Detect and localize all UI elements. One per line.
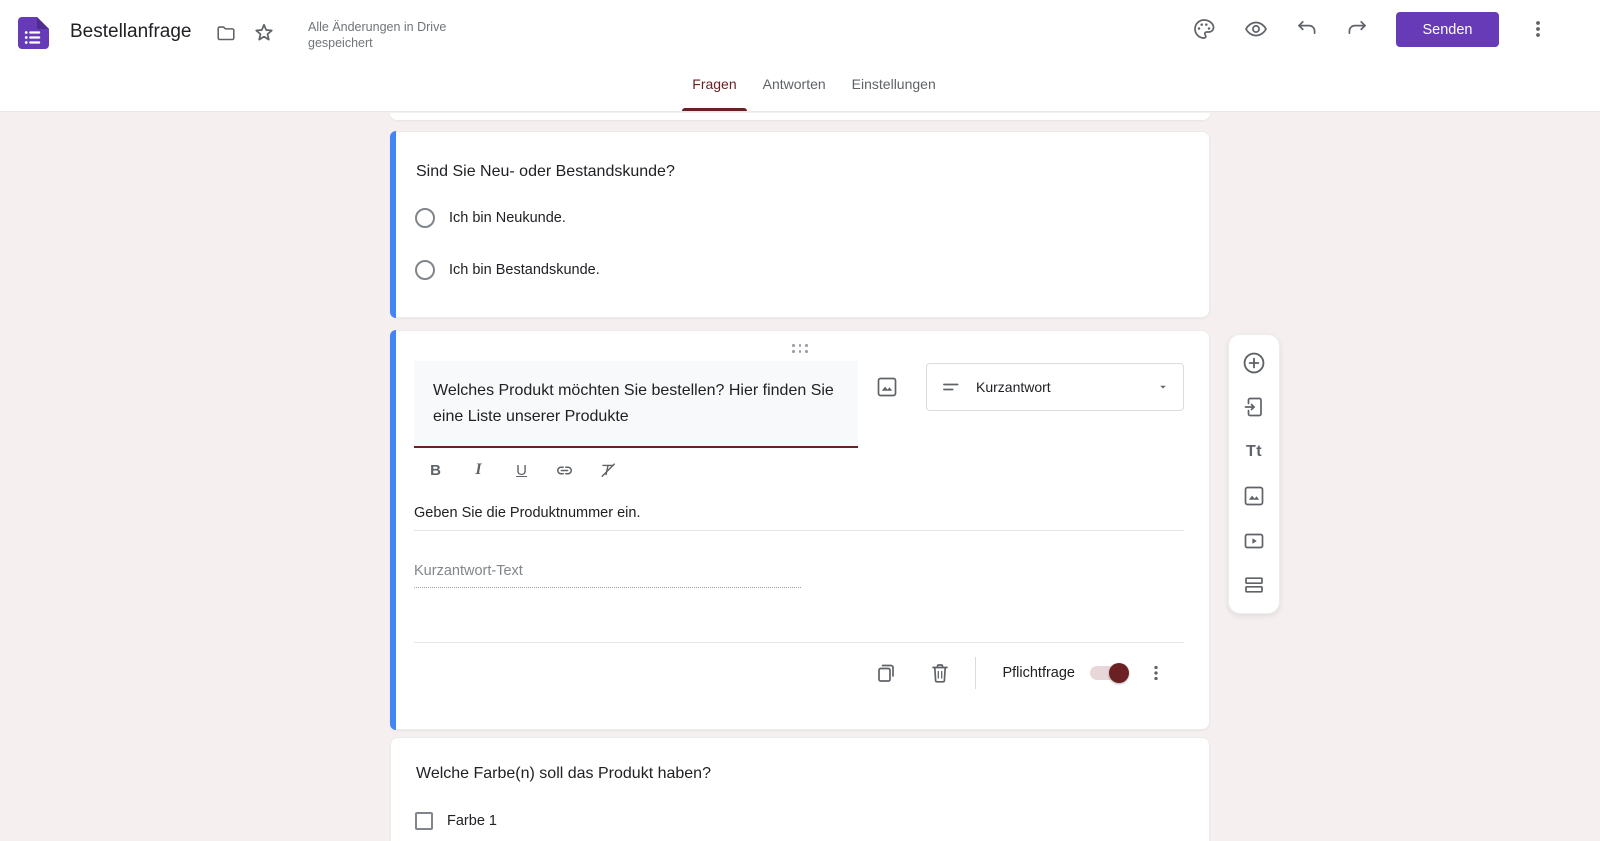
- tab-einstellungen[interactable]: Einstellungen: [840, 70, 948, 111]
- question-description[interactable]: Geben Sie die Produktnummer ein.: [414, 505, 1184, 531]
- folder-icon: [217, 26, 235, 41]
- duplicate-question-button[interactable]: [873, 660, 899, 686]
- link-icon: [557, 466, 572, 474]
- clear-format-icon: [600, 463, 615, 477]
- radio-option-row[interactable]: Ich bin Neukunde.: [415, 208, 566, 228]
- insert-link-button[interactable]: [551, 457, 578, 484]
- card-divider: [414, 642, 1184, 643]
- radio-icon: [415, 260, 435, 280]
- bold-button[interactable]: B: [422, 457, 449, 484]
- question-card-1[interactable]: Sind Sie Neu- oder Bestandskunde? Ich bi…: [390, 131, 1210, 318]
- question-card-2-active[interactable]: Welches Produkt möchten Sie bestellen? H…: [390, 330, 1210, 730]
- eye-icon: [1245, 21, 1267, 37]
- kebab-icon: [1536, 21, 1540, 37]
- tab-fragen[interactable]: Fragen: [680, 70, 748, 111]
- short-answer-icon: [943, 383, 959, 391]
- required-label: Pflichtfrage: [1002, 665, 1075, 681]
- app-header: Bestellanfrage Alle Änderungen in Drive …: [0, 0, 1600, 112]
- option-label: Ich bin Bestandskunde.: [449, 262, 600, 278]
- drag-handle-icon[interactable]: [792, 344, 808, 353]
- add-title-description-button[interactable]: Tt: [1241, 439, 1267, 465]
- question-type-label: Kurzantwort: [976, 379, 1051, 395]
- add-image-button[interactable]: [1241, 483, 1267, 509]
- question-card-3[interactable]: Welche Farbe(n) soll das Produkt haben? …: [390, 737, 1210, 841]
- add-image-to-question-button[interactable]: [873, 373, 901, 401]
- question-title[interactable]: Welche Farbe(n) soll das Produkt haben?: [416, 765, 711, 783]
- option-label: Ich bin Neukunde.: [449, 210, 566, 226]
- question-type-dropdown[interactable]: Kurzantwort: [926, 363, 1184, 411]
- document-title[interactable]: Bestellanfrage: [70, 21, 191, 43]
- import-icon: [1244, 398, 1262, 417]
- tab-bar: Fragen Antworten Einstellungen: [0, 70, 1600, 111]
- underline-button[interactable]: U: [508, 457, 535, 484]
- add-video-button[interactable]: [1241, 528, 1267, 554]
- image-icon: [877, 377, 897, 397]
- video-icon: [1244, 533, 1264, 548]
- tab-antworten[interactable]: Antworten: [751, 70, 838, 111]
- trash-icon: [932, 664, 949, 683]
- undo-icon: [1298, 20, 1316, 35]
- plus-circle-icon: [1243, 352, 1265, 374]
- question-title-input[interactable]: Welches Produkt möchten Sie bestellen? H…: [414, 361, 858, 448]
- clear-formatting-button[interactable]: [594, 457, 621, 484]
- question-more-options-button[interactable]: [1143, 660, 1169, 686]
- move-to-folder-button[interactable]: [212, 20, 240, 48]
- form-header-card-partial[interactable]: [390, 113, 1210, 120]
- text-format-toolbar: B I U: [422, 454, 621, 486]
- delete-question-button[interactable]: [927, 660, 953, 686]
- italic-button[interactable]: I: [465, 457, 492, 484]
- customize-theme-button[interactable]: [1190, 15, 1218, 43]
- star-icon: [255, 23, 273, 41]
- question-actions-toolbar: Pflichtfrage: [873, 649, 1169, 697]
- radio-option-row[interactable]: Ich bin Bestandskunde.: [415, 260, 600, 280]
- add-section-button[interactable]: [1241, 572, 1267, 598]
- preview-button[interactable]: [1242, 15, 1270, 43]
- required-toggle[interactable]: [1090, 663, 1129, 683]
- palette-icon: [1194, 19, 1215, 39]
- redo-icon: [1348, 20, 1366, 35]
- kebab-icon: [1154, 665, 1158, 681]
- title-text-icon: Tt: [1245, 442, 1263, 460]
- star-button[interactable]: [250, 19, 278, 47]
- toolbar-separator: [975, 657, 977, 689]
- radio-icon: [415, 208, 435, 228]
- undo-button[interactable]: [1293, 15, 1321, 43]
- chevron-down-icon: [1160, 385, 1166, 389]
- toggle-thumb: [1109, 663, 1129, 683]
- section-icon: [1245, 577, 1263, 593]
- add-question-button[interactable]: [1241, 350, 1267, 376]
- redo-button[interactable]: [1343, 15, 1371, 43]
- duplicate-icon: [878, 664, 895, 682]
- more-options-button[interactable]: [1524, 15, 1552, 43]
- checkbox-icon: [415, 812, 433, 830]
- insert-toolbar: Tt: [1228, 334, 1280, 614]
- save-status-text: Alle Änderungen in Drive gespeichert: [308, 20, 447, 50]
- short-answer-preview: Kurzantwort-Text: [414, 563, 801, 588]
- send-button[interactable]: Senden: [1396, 12, 1499, 47]
- import-questions-button[interactable]: [1241, 394, 1267, 420]
- option-label: Farbe 1: [447, 813, 497, 829]
- image-icon: [1244, 486, 1264, 506]
- forms-logo-icon[interactable]: [16, 16, 50, 50]
- question-title[interactable]: Sind Sie Neu- oder Bestandskunde?: [416, 163, 675, 181]
- checkbox-option-row[interactable]: Farbe 1: [415, 812, 497, 830]
